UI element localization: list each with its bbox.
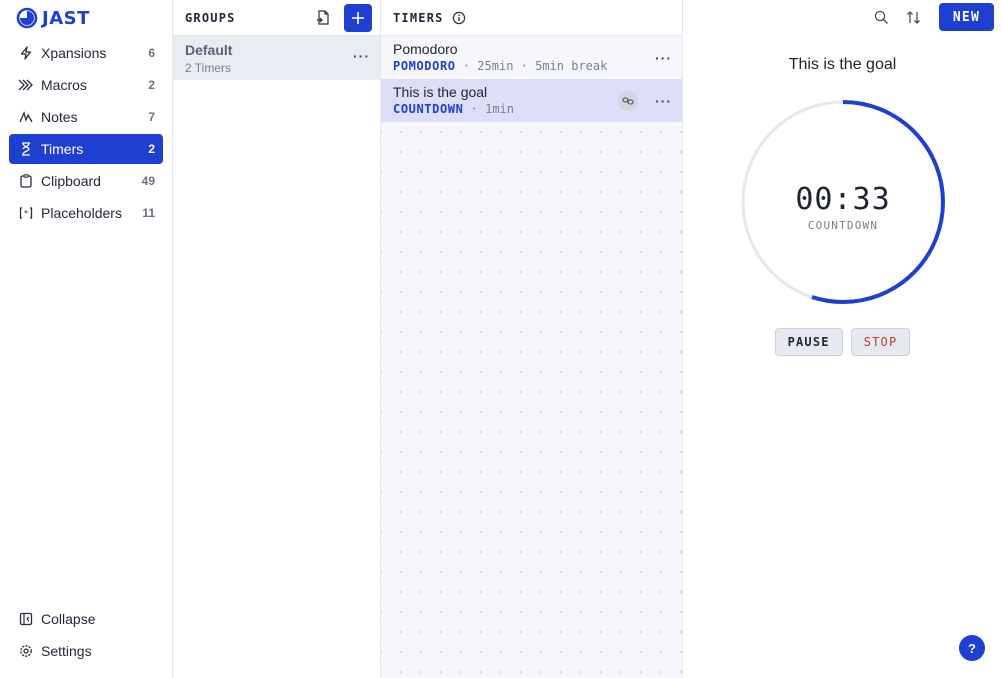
- search-icon[interactable]: [869, 4, 895, 30]
- timers-title: TIMERS: [393, 10, 444, 25]
- sidebar-item-count: 11: [142, 206, 155, 220]
- timer-type: POMODORO: [393, 59, 456, 73]
- sort-icon[interactable]: [901, 4, 927, 30]
- bolt-icon: [18, 45, 34, 61]
- settings-button[interactable]: Settings: [9, 636, 163, 666]
- add-group-button[interactable]: [344, 3, 372, 32]
- sidebar-item-label: Clipboard: [41, 173, 101, 189]
- link-icon[interactable]: [618, 91, 638, 111]
- gear-icon: [18, 643, 34, 659]
- sidebar-item-count: 49: [141, 174, 155, 188]
- sidebar-item-label: Placeholders: [41, 205, 122, 221]
- timer-title: This is the goal: [788, 56, 897, 73]
- groups-panel: GROUPS Default 2 Timers ···: [173, 0, 381, 678]
- app-logo: JAST: [0, 0, 172, 36]
- help-button[interactable]: ?: [959, 635, 985, 661]
- logo-icon: [16, 7, 38, 29]
- svg-text:*: *: [24, 209, 28, 218]
- timer-break: 5min break: [535, 59, 608, 73]
- timer-duration: 1min: [485, 102, 515, 116]
- groups-title: GROUPS: [185, 10, 236, 25]
- sidebar-item-count: 2: [148, 78, 155, 92]
- sidebar-collapse-icon: [18, 611, 34, 627]
- collapse-button[interactable]: Collapse: [9, 604, 163, 634]
- timers-panel: TIMERS Pomodoro POMODORO · 25min · 5min …: [381, 0, 683, 678]
- timer-name: Pomodoro: [393, 41, 458, 57]
- sidebar-item-clipboard[interactable]: Clipboard 49: [9, 166, 163, 196]
- sidebar-item-count: 6: [148, 46, 155, 60]
- sidebar-bottom: Collapse Settings: [9, 604, 163, 668]
- hourglass-icon: [18, 141, 34, 157]
- group-more-icon[interactable]: ···: [353, 48, 370, 64]
- new-timer-button[interactable]: NEW: [938, 3, 994, 31]
- timer-meta: POMODORO · 25min · 5min break: [393, 59, 608, 73]
- detail-toolbar: NEW: [869, 3, 994, 31]
- logo-text: JAST: [42, 7, 90, 29]
- pause-button[interactable]: PAUSE: [774, 328, 843, 356]
- sidebar-item-notes[interactable]: Notes 7: [9, 102, 163, 132]
- info-icon[interactable]: [446, 5, 472, 31]
- timer-duration: 25min: [477, 59, 514, 73]
- sidebar-item-label: Notes: [41, 109, 78, 125]
- sidebar-item-label: Xpansions: [41, 45, 107, 61]
- app-window: JAST Xpansions 6 Macros 2 Notes 7 Timers…: [0, 0, 1002, 678]
- timers-header: TIMERS: [381, 0, 682, 36]
- sidebar-item-count: 2: [148, 142, 155, 156]
- group-subtitle: 2 Timers: [185, 61, 232, 75]
- sidebar-item-label: Timers: [41, 141, 84, 157]
- timer-detail: NEW This is the goal 00:33 COUNTDOWN PAU…: [683, 0, 1002, 678]
- stop-button[interactable]: STOP: [850, 328, 911, 356]
- timer-type: COUNTDOWN: [393, 102, 464, 116]
- plus-icon: [352, 11, 364, 24]
- sidebar-item-label: Macros: [41, 77, 87, 93]
- collapse-label: Collapse: [41, 611, 96, 627]
- settings-label: Settings: [41, 643, 92, 659]
- chevrons-right-icon: [18, 77, 34, 93]
- sidebar: JAST Xpansions 6 Macros 2 Notes 7 Timers…: [0, 0, 173, 678]
- countdown-mode: COUNTDOWN: [807, 219, 879, 232]
- timer-more-icon[interactable]: ···: [655, 50, 672, 66]
- sidebar-item-placeholders[interactable]: * Placeholders 11: [9, 198, 163, 228]
- import-icon[interactable]: [310, 5, 336, 31]
- sidebar-item-xpansions[interactable]: Xpansions 6: [9, 38, 163, 68]
- timer-item-pomodoro[interactable]: Pomodoro POMODORO · 25min · 5min break ·…: [381, 36, 682, 79]
- timer-more-icon[interactable]: ···: [655, 93, 672, 109]
- sidebar-item-macros[interactable]: Macros 2: [9, 70, 163, 100]
- clipboard-icon: [18, 173, 34, 189]
- groups-header: GROUPS: [173, 0, 380, 36]
- timer-actions: PAUSE STOP: [683, 328, 1002, 356]
- sidebar-nav: Xpansions 6 Macros 2 Notes 7 Timers 2 Cl…: [0, 36, 172, 228]
- countdown-time: 00:33: [795, 182, 891, 217]
- timer-item-goal[interactable]: This is the goal COUNTDOWN · 1min ···: [381, 79, 682, 122]
- braces-icon: *: [18, 205, 34, 221]
- group-item-default[interactable]: Default 2 Timers ···: [173, 36, 380, 80]
- sidebar-item-timers[interactable]: Timers 2: [9, 134, 163, 164]
- pen-icon: [18, 109, 34, 125]
- group-name: Default: [185, 42, 233, 58]
- sidebar-item-count: 7: [148, 110, 155, 124]
